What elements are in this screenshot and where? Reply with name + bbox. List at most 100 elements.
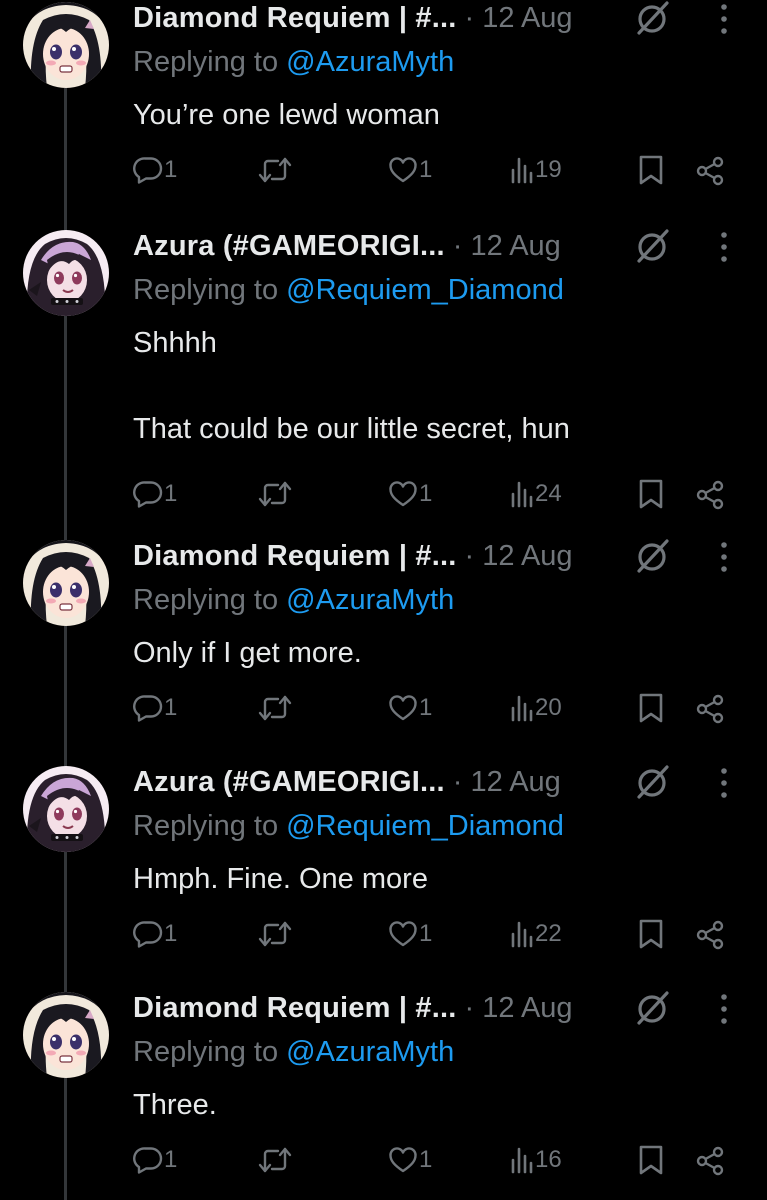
views-count: 20 [535,694,562,721]
replying-to-label: Replying to [133,46,279,78]
grok-icon[interactable] [632,762,672,802]
retweet-icon [257,156,293,184]
retweet-icon [257,920,293,948]
bookmark-button[interactable] [638,154,664,186]
tweet-date[interactable]: · 12 Aug [465,992,573,1025]
reply-button[interactable]: 1 [133,480,177,508]
like-button[interactable]: 1 [388,480,432,508]
share-icon [695,694,725,724]
share-button[interactable] [695,1146,725,1176]
like-button[interactable]: 1 [388,920,432,948]
avatar[interactable] [23,230,109,316]
reply-tweet[interactable]: Azura (#GAMEORIGI... · 12 Aug Replying to … [0,764,767,960]
tweet-text-line: That could be our little secret, hun [133,413,570,445]
reply-icon [133,480,163,508]
replying-to: Replying to @AzuraMyth [133,1036,454,1069]
reply-button[interactable]: 1 [133,920,177,948]
share-button[interactable] [695,694,725,724]
reply-tweet[interactable]: Azura (#GAMEORIGI... · 12 Aug Replying to … [0,228,767,520]
tweet-date[interactable]: · 12 Aug [465,540,573,573]
views-button[interactable]: 24 [510,480,562,508]
grok-icon[interactable] [632,226,672,266]
reply-count: 1 [164,694,178,721]
bookmark-button[interactable] [638,1144,664,1176]
views-button[interactable]: 20 [510,694,562,722]
tweet-date[interactable]: · 12 Aug [453,766,561,799]
reply-handle-link[interactable]: @AzuraMyth [286,584,454,616]
retweet-button[interactable] [257,694,293,722]
bookmark-button[interactable] [638,692,664,724]
reply-handle-link[interactable]: @AzuraMyth [286,1036,454,1068]
more-icon[interactable] [712,0,736,38]
reply-tweet[interactable]: Diamond Requiem | #... · 12 Aug Replying t… [0,990,767,1186]
more-icon[interactable] [712,990,736,1028]
views-button[interactable]: 19 [510,156,562,184]
reply-button[interactable]: 1 [133,156,177,184]
share-button[interactable] [695,480,725,510]
like-count: 1 [419,156,433,183]
replying-to-label: Replying to [133,584,279,616]
tweet-header: Diamond Requiem | #... · 12 Aug [133,538,573,574]
views-count: 24 [535,480,562,507]
like-icon [388,1146,418,1174]
retweet-button[interactable] [257,156,293,184]
share-icon [695,920,725,950]
reply-button[interactable]: 1 [133,1146,177,1174]
author-name[interactable]: Diamond Requiem | #... [133,992,457,1025]
reply-button[interactable]: 1 [133,694,177,722]
replying-to: Replying to @Requiem_Diamond [133,810,564,843]
share-button[interactable] [695,920,725,950]
grok-icon[interactable] [632,536,672,576]
reply-icon [133,156,163,184]
replying-to-label: Replying to [133,1036,279,1068]
avatar[interactable] [23,540,109,626]
tweet-header: Diamond Requiem | #... · 12 Aug [133,990,573,1026]
retweet-button[interactable] [257,480,293,508]
share-button[interactable] [695,156,725,186]
reply-count: 1 [164,920,178,947]
retweet-button[interactable] [257,920,293,948]
more-icon[interactable] [712,764,736,802]
tweet-text-line: Shhhh [133,327,217,359]
grok-icon[interactable] [632,0,672,38]
views-count: 16 [535,1146,562,1173]
more-icon[interactable] [712,538,736,576]
tweet-date[interactable]: · 12 Aug [465,2,573,35]
reply-tweet[interactable]: Diamond Requiem | #... · 12 Aug Replying t… [0,0,767,196]
reply-icon [133,1146,163,1174]
reply-handle-link[interactable]: @Requiem_Diamond [286,274,564,306]
author-name[interactable]: Azura (#GAMEORIGI... [133,766,445,799]
reply-count: 1 [164,1146,178,1173]
author-name[interactable]: Diamond Requiem | #... [133,540,457,573]
author-name[interactable]: Azura (#GAMEORIGI... [133,230,445,263]
views-button[interactable]: 22 [510,920,562,948]
grok-icon[interactable] [632,988,672,1028]
tweet-text: Shhhh That could be our little secret, hu… [133,322,570,451]
like-count: 1 [419,694,433,721]
author-name[interactable]: Diamond Requiem | #... [133,2,457,35]
tweet-date[interactable]: · 12 Aug [453,230,561,263]
avatar[interactable] [23,766,109,852]
views-button[interactable]: 16 [510,1146,562,1174]
more-icon[interactable] [712,228,736,266]
replying-to-label: Replying to [133,274,279,306]
like-button[interactable]: 1 [388,156,432,184]
reply-tweet[interactable]: Diamond Requiem | #... · 12 Aug Replying t… [0,538,767,734]
tweet-text: Only if I get more. [133,632,362,675]
bookmark-button[interactable] [638,478,664,510]
tweet-text-line [133,365,570,408]
like-button[interactable]: 1 [388,694,432,722]
views-icon [510,156,534,184]
reply-count: 1 [164,480,178,507]
reply-handle-link[interactable]: @AzuraMyth [286,46,454,78]
like-button[interactable]: 1 [388,1146,432,1174]
like-icon [388,694,418,722]
avatar[interactable] [23,992,109,1078]
share-icon [695,156,725,186]
reply-handle-link[interactable]: @Requiem_Diamond [286,810,564,842]
tweet-text: You’re one lewd woman [133,94,440,137]
like-count: 1 [419,920,433,947]
avatar[interactable] [23,2,109,88]
retweet-button[interactable] [257,1146,293,1174]
bookmark-button[interactable] [638,918,664,950]
